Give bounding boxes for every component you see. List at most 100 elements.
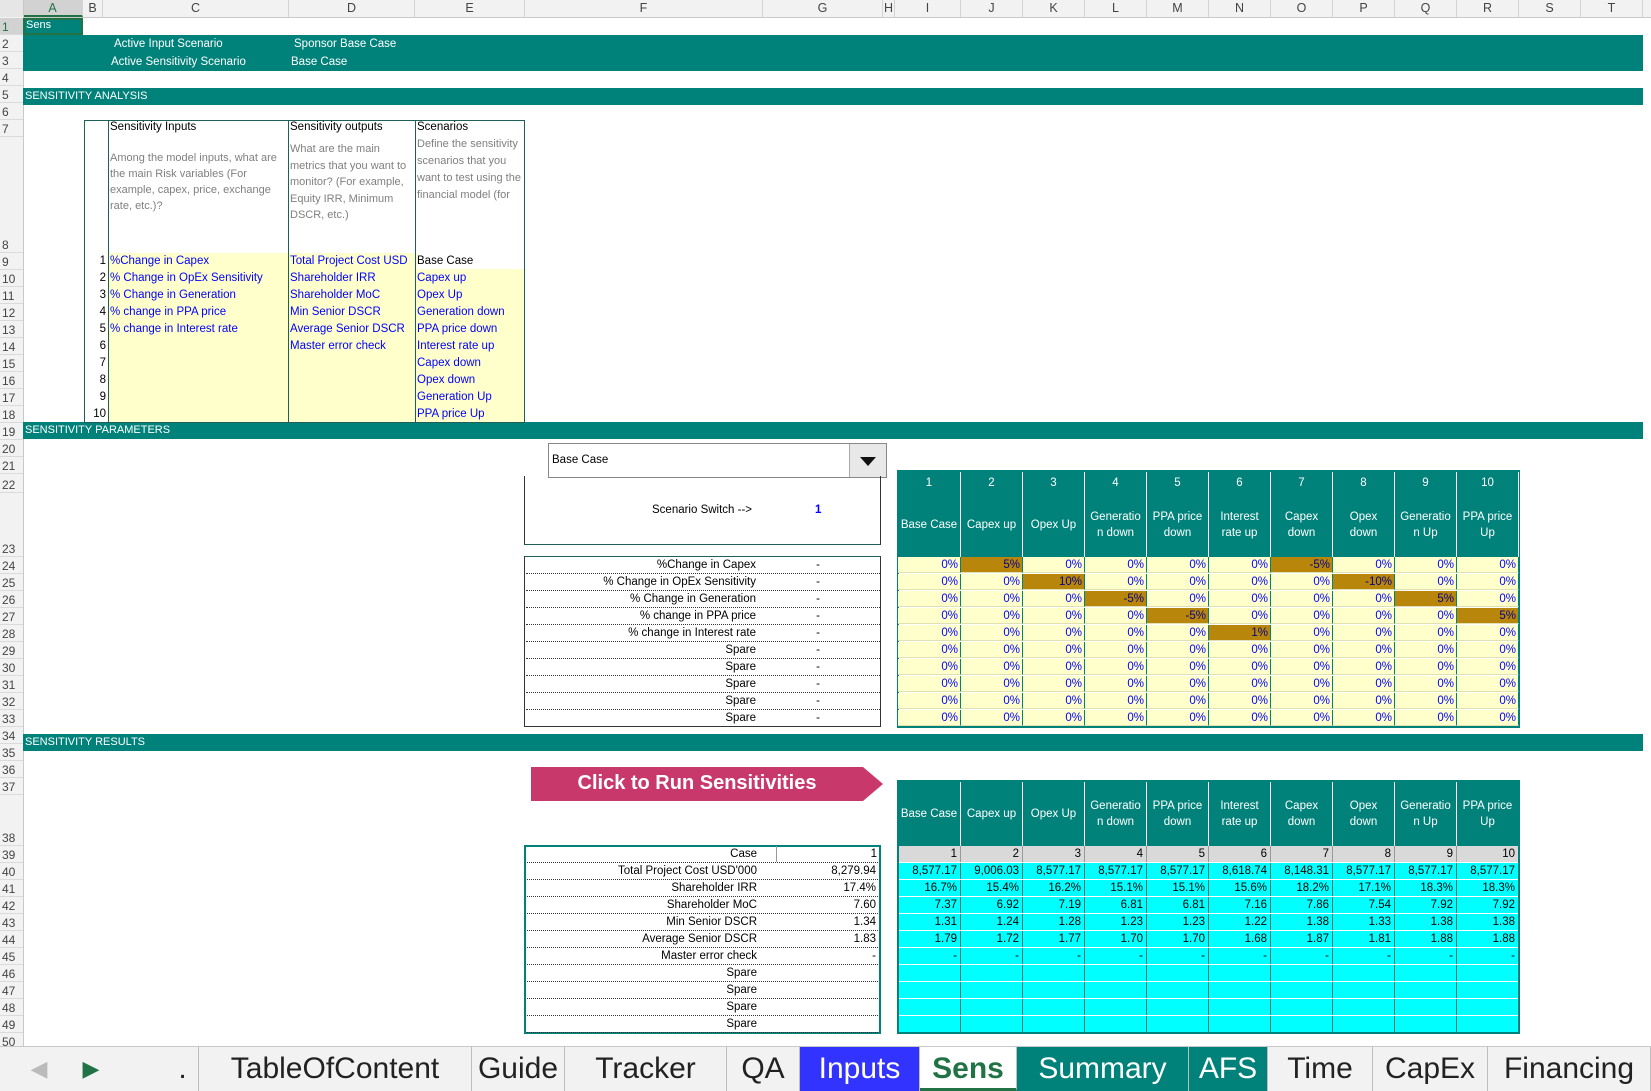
scenario-switch-value[interactable]: 1 <box>815 504 821 516</box>
row-header-3[interactable]: 3 <box>0 52 23 69</box>
parameter-cell[interactable]: 0% <box>898 591 961 607</box>
parameter-cell[interactable]: 0% <box>898 574 961 590</box>
parameter-cell[interactable]: 0% <box>1395 642 1457 658</box>
parameter-cell[interactable]: 5% <box>1395 591 1457 607</box>
row-header-8[interactable]: 8 <box>0 137 23 253</box>
sheet-tab-summary[interactable]: Summary <box>1017 1047 1189 1091</box>
row-header-49[interactable]: 49 <box>0 1016 23 1033</box>
parameter-cell[interactable]: 0% <box>1333 642 1395 658</box>
parameter-cell[interactable]: 10% <box>1023 574 1085 590</box>
analysis-scenario-item[interactable]: Opex down <box>417 372 475 388</box>
column-header-m[interactable]: M <box>1147 0 1209 17</box>
scroll-tabs-right-icon[interactable]: ▶ <box>76 1047 106 1091</box>
parameter-cell[interactable]: 0% <box>1209 591 1271 607</box>
row-header-45[interactable]: 45 <box>0 948 23 965</box>
sheet-tab-capex[interactable]: CapEx <box>1373 1047 1488 1091</box>
analysis-scenario-item[interactable]: Generation Up <box>417 389 492 405</box>
row-header-48[interactable]: 48 <box>0 999 23 1016</box>
row-header-42[interactable]: 42 <box>0 897 23 914</box>
column-header-s[interactable]: S <box>1519 0 1581 17</box>
analysis-scenario-item[interactable]: Generation down <box>417 304 505 320</box>
parameter-cell[interactable]: 0% <box>1333 710 1395 726</box>
parameter-cell[interactable]: 0% <box>1333 676 1395 692</box>
parameter-cell[interactable]: 0% <box>1085 608 1147 624</box>
row-header-5[interactable]: 5 <box>0 86 23 103</box>
sheet-tab-time[interactable]: Time <box>1268 1047 1373 1091</box>
analysis-scenario-item[interactable]: Base Case <box>417 253 524 269</box>
parameter-cell[interactable]: 0% <box>1023 625 1085 641</box>
parameter-cell[interactable]: 5% <box>1457 608 1519 624</box>
column-header-n[interactable]: N <box>1209 0 1271 17</box>
sheet-tab-afs[interactable]: AFS <box>1189 1047 1268 1091</box>
row-header-29[interactable]: 29 <box>0 642 23 659</box>
parameter-cell[interactable]: 0% <box>1395 659 1457 675</box>
parameter-cell[interactable]: 0% <box>1023 676 1085 692</box>
row-header-23[interactable]: 23 <box>0 493 23 557</box>
parameter-cell[interactable]: 0% <box>898 625 961 641</box>
row-header-20[interactable]: 20 <box>0 440 23 457</box>
row-header-26[interactable]: 26 <box>0 591 23 608</box>
row-header-15[interactable]: 15 <box>0 355 23 372</box>
column-header-f[interactable]: F <box>525 0 763 17</box>
analysis-scenario-item[interactable]: Interest rate up <box>417 338 494 354</box>
parameter-cell[interactable]: 0% <box>1085 574 1147 590</box>
sheet-tab-tracker[interactable]: Tracker <box>565 1047 727 1091</box>
parameter-cell[interactable]: 0% <box>1147 676 1209 692</box>
analysis-input-item[interactable]: %Change in Capex <box>110 253 209 269</box>
row-header-6[interactable]: 6 <box>0 103 23 120</box>
row-header-37[interactable]: 37 <box>0 778 23 795</box>
sheet-tab-dot[interactable]: . <box>167 1047 199 1091</box>
parameter-cell[interactable]: 0% <box>961 710 1023 726</box>
analysis-input-item[interactable]: % Change in OpEx Sensitivity <box>110 270 263 286</box>
parameter-cell[interactable]: 0% <box>1271 591 1333 607</box>
parameter-cell[interactable]: 0% <box>1271 574 1333 590</box>
parameter-cell[interactable]: 0% <box>961 591 1023 607</box>
parameter-cell[interactable]: 0% <box>1457 591 1519 607</box>
parameter-cell[interactable]: 0% <box>1147 591 1209 607</box>
row-header-14[interactable]: 14 <box>0 338 23 355</box>
parameter-cell[interactable]: 0% <box>1333 693 1395 709</box>
parameter-cell[interactable]: 0% <box>961 625 1023 641</box>
parameter-cell[interactable]: 0% <box>898 557 961 573</box>
analysis-output-item[interactable]: Average Senior DSCR <box>290 321 414 337</box>
parameter-cell[interactable]: 0% <box>1395 574 1457 590</box>
column-header-k[interactable]: K <box>1023 0 1085 17</box>
parameter-cell[interactable]: 0% <box>898 676 961 692</box>
parameter-cell[interactable]: 0% <box>1333 591 1395 607</box>
parameter-cell[interactable]: 0% <box>1023 693 1085 709</box>
parameter-cell[interactable]: 0% <box>1147 693 1209 709</box>
column-header-a[interactable]: A <box>23 0 83 17</box>
parameter-cell[interactable]: 0% <box>1457 710 1519 726</box>
column-header-g[interactable]: G <box>763 0 883 17</box>
parameter-cell[interactable]: -5% <box>1085 591 1147 607</box>
column-header-c[interactable]: C <box>103 0 289 17</box>
row-header-46[interactable]: 46 <box>0 965 23 982</box>
parameter-cell[interactable]: 0% <box>1147 625 1209 641</box>
analysis-scenario-item[interactable]: Capex up <box>417 270 466 286</box>
row-header-21[interactable]: 21 <box>0 457 23 474</box>
sheet-tab-inputs[interactable]: Inputs <box>800 1047 920 1091</box>
parameter-cell[interactable]: 0% <box>1209 676 1271 692</box>
analysis-scenario-item[interactable]: PPA price down <box>417 321 497 337</box>
parameter-cell[interactable]: -5% <box>1271 557 1333 573</box>
column-header-i[interactable]: I <box>895 0 961 17</box>
parameter-cell[interactable]: 0% <box>1333 625 1395 641</box>
column-header-t[interactable]: T <box>1581 0 1643 17</box>
row-header-17[interactable]: 17 <box>0 389 23 406</box>
analysis-input-item[interactable]: % change in Interest rate <box>110 321 238 337</box>
parameter-cell[interactable]: 0% <box>1271 710 1333 726</box>
parameter-cell[interactable]: 0% <box>1085 557 1147 573</box>
parameter-cell[interactable]: 0% <box>898 608 961 624</box>
parameter-cell[interactable]: 0% <box>961 608 1023 624</box>
parameter-cell[interactable]: 0% <box>1395 676 1457 692</box>
parameter-cell[interactable]: 0% <box>1023 557 1085 573</box>
parameter-cell[interactable]: 0% <box>1271 659 1333 675</box>
parameter-cell[interactable]: 0% <box>1457 659 1519 675</box>
parameter-cell[interactable]: 0% <box>1209 574 1271 590</box>
row-header-25[interactable]: 25 <box>0 574 23 591</box>
parameter-cell[interactable]: 0% <box>1147 557 1209 573</box>
row-header-39[interactable]: 39 <box>0 846 23 863</box>
row-header-9[interactable]: 9 <box>0 253 23 270</box>
column-header-p[interactable]: P <box>1333 0 1395 17</box>
analysis-output-item[interactable]: Min Senior DSCR <box>290 304 414 320</box>
